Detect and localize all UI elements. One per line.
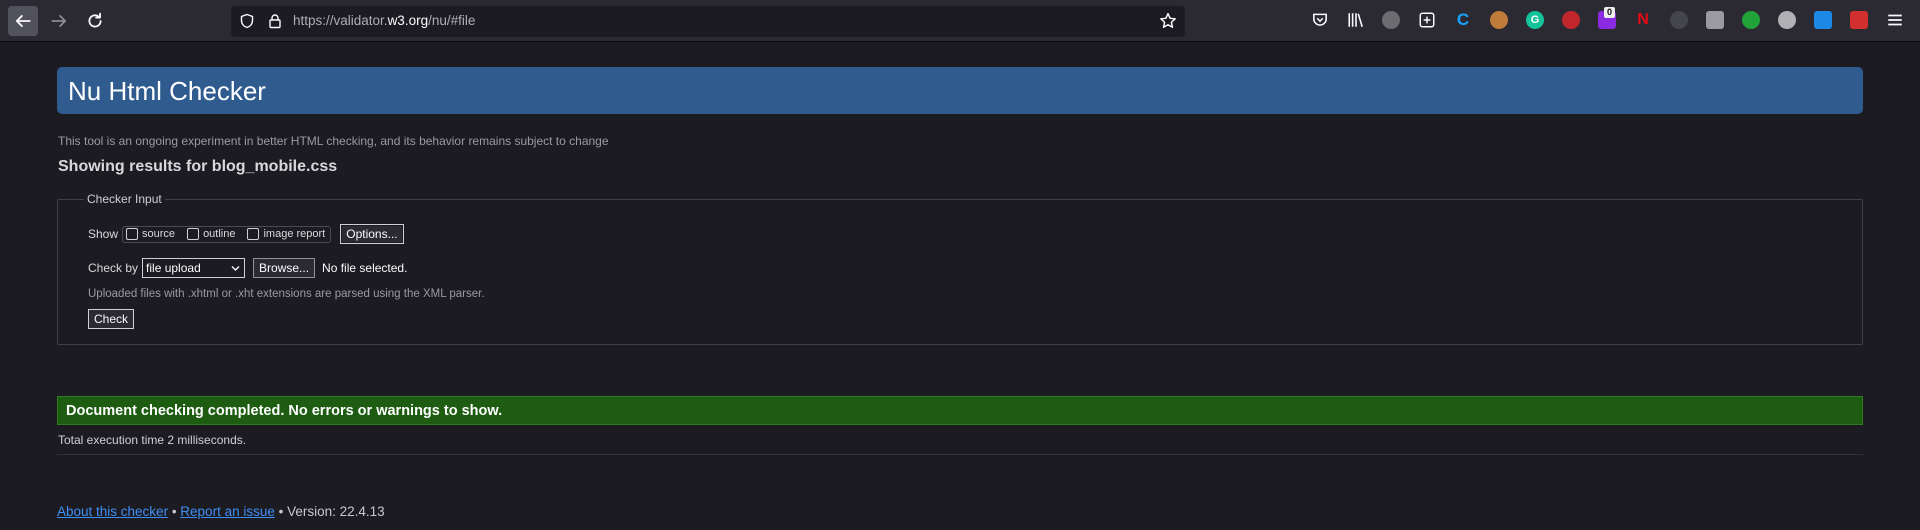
browse-button[interactable]: Browse...: [253, 258, 316, 278]
version-text: • Version: 22.4.13: [274, 504, 385, 519]
netflix-icon[interactable]: N: [1634, 11, 1652, 29]
extension-icon[interactable]: [1706, 11, 1724, 29]
pocket-icon[interactable]: [1311, 11, 1329, 29]
divider: [57, 454, 1863, 455]
check-by-select[interactable]: file upload: [142, 258, 246, 278]
back-icon: [15, 15, 31, 27]
experiment-notice: This tool is an ongoing experiment in be…: [58, 134, 609, 148]
url-host: w3.org: [387, 13, 429, 28]
image-report-checkbox[interactable]: [247, 228, 260, 240]
options-button[interactable]: Options...: [340, 224, 404, 244]
outline-label[interactable]: outline: [203, 228, 235, 240]
source-checkbox[interactable]: [126, 228, 139, 240]
back-button[interactable]: [8, 6, 38, 36]
page-title: Nu Html Checker: [68, 76, 266, 106]
extension-icon[interactable]: [1562, 11, 1580, 29]
url-text[interactable]: https://validator.w3.org/nu/#file: [293, 13, 475, 28]
no-file-text: No file selected.: [322, 261, 408, 275]
page-header: Nu Html Checker: [57, 67, 1863, 114]
extension-icon[interactable]: [1382, 11, 1400, 29]
about-checker-link[interactable]: About this checker: [57, 504, 168, 519]
show-row: Show source outline image report Options…: [88, 224, 404, 244]
extension-icon[interactable]: [1778, 11, 1796, 29]
success-message: Document checking completed. No errors o…: [66, 403, 503, 419]
success-banner: Document checking completed. No errors o…: [57, 396, 1863, 425]
shield-icon[interactable]: [239, 13, 255, 29]
show-label: Show: [88, 227, 119, 241]
extension-icon[interactable]: [1850, 11, 1868, 29]
upload-note: Uploaded files with .xhtml or .xht exten…: [88, 288, 485, 300]
extension-icon[interactable]: [1814, 11, 1832, 29]
grammarly-icon[interactable]: G: [1526, 11, 1544, 29]
forward-button[interactable]: [44, 6, 74, 36]
url-bar[interactable]: https://validator.w3.org/nu/#file: [231, 6, 1185, 37]
outline-checkbox[interactable]: [187, 228, 200, 240]
extension-icon[interactable]: [1742, 11, 1760, 29]
reload-icon: [88, 12, 102, 28]
extension-icon[interactable]: C: [1454, 10, 1472, 29]
check-button[interactable]: Check: [88, 309, 135, 329]
source-label[interactable]: source: [142, 228, 175, 240]
browser-toolbar: https://validator.w3.org/nu/#file C G 0 …: [0, 0, 1920, 42]
reload-button[interactable]: [80, 6, 110, 36]
menu-icon[interactable]: [1886, 11, 1904, 29]
footer: About this checker • Report an issue • V…: [57, 504, 385, 519]
image-report-label[interactable]: image report: [263, 228, 325, 240]
report-issue-link[interactable]: Report an issue: [180, 504, 275, 519]
check-by-value: file upload: [146, 261, 201, 275]
chevron-down-icon: [231, 266, 240, 271]
extension-icon[interactable]: [1490, 11, 1508, 29]
library-icon[interactable]: [1347, 11, 1365, 29]
extension-badge: 0: [1604, 7, 1616, 18]
results-heading: Showing results for blog_mobile.css: [58, 158, 338, 175]
url-prefix: https://validator.: [293, 13, 388, 28]
check-by-label: Check by: [88, 261, 139, 275]
show-options-group: source outline image report: [122, 225, 332, 243]
url-suffix: /nu/#file: [428, 13, 476, 28]
extension-icon[interactable]: [1670, 11, 1688, 29]
execution-time: Total execution time 2 milliseconds.: [58, 433, 247, 447]
star-icon[interactable]: [1159, 12, 1177, 30]
check-by-row: Check by file upload Browse... No file s…: [88, 258, 407, 278]
checker-input-legend: Checker Input: [84, 192, 165, 206]
lock-icon[interactable]: [267, 13, 283, 29]
extension-icon[interactable]: [1418, 11, 1436, 29]
footer-separator: •: [168, 504, 181, 519]
forward-icon: [51, 15, 67, 27]
